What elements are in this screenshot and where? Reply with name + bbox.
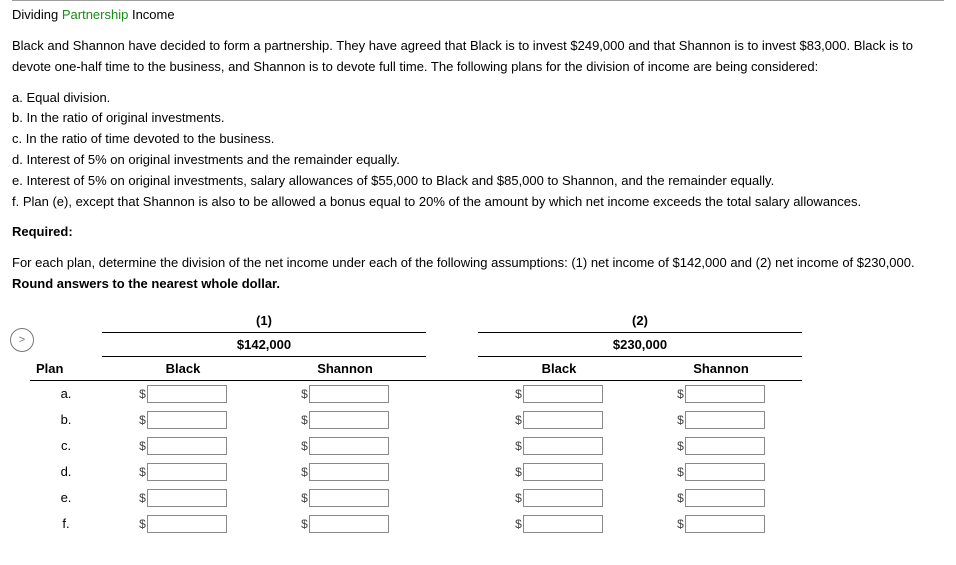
header-col1: (1) <box>102 309 426 333</box>
input-d-black-1[interactable] <box>147 463 227 481</box>
dollar-icon: $ <box>515 491 522 505</box>
input-a-black-1[interactable] <box>147 385 227 403</box>
dollar-icon: $ <box>301 439 308 453</box>
input-f-black-1[interactable] <box>147 515 227 533</box>
dollar-icon: $ <box>139 517 146 531</box>
header-black-1: Black <box>102 356 264 380</box>
answer-table: (1) (2) $142,000 $230,000 Plan Black Sha… <box>30 309 802 537</box>
title-pre: Dividing <box>12 7 62 22</box>
instr-bold: Round answers to the nearest whole dolla… <box>12 276 280 291</box>
header-amt2: $230,000 <box>478 332 802 356</box>
row-label-b: b. <box>30 407 102 433</box>
row-label-c: c. <box>30 433 102 459</box>
input-e-black-1[interactable] <box>147 489 227 507</box>
table-row: a. $ $ $ $ <box>30 380 802 407</box>
input-b-shannon-1[interactable] <box>309 411 389 429</box>
input-f-shannon-1[interactable] <box>309 515 389 533</box>
dollar-icon: $ <box>677 517 684 531</box>
instructions: For each plan, determine the division of… <box>12 253 944 295</box>
title-green: Partnership <box>62 7 128 22</box>
dollar-icon: $ <box>139 439 146 453</box>
item-b: b. In the ratio of original investments. <box>12 108 944 129</box>
dollar-icon: $ <box>139 465 146 479</box>
header-shannon-1: Shannon <box>264 356 426 380</box>
table-row: e. $ $ $ $ <box>30 485 802 511</box>
page-title: Dividing Partnership Income <box>12 7 944 22</box>
row-label-f: f. <box>30 511 102 537</box>
input-f-shannon-2[interactable] <box>685 515 765 533</box>
input-c-shannon-2[interactable] <box>685 437 765 455</box>
input-e-shannon-1[interactable] <box>309 489 389 507</box>
dollar-icon: $ <box>139 413 146 427</box>
input-d-shannon-1[interactable] <box>309 463 389 481</box>
dollar-icon: $ <box>677 439 684 453</box>
header-plan: Plan <box>30 356 102 380</box>
input-f-black-2[interactable] <box>523 515 603 533</box>
item-f: f. Plan (e), except that Shannon is also… <box>12 192 944 213</box>
input-b-black-1[interactable] <box>147 411 227 429</box>
dollar-icon: $ <box>515 517 522 531</box>
dollar-icon: $ <box>515 387 522 401</box>
input-c-black-2[interactable] <box>523 437 603 455</box>
input-b-shannon-2[interactable] <box>685 411 765 429</box>
input-a-shannon-1[interactable] <box>309 385 389 403</box>
required-label: Required: <box>12 222 944 243</box>
dollar-icon: $ <box>515 439 522 453</box>
dollar-icon: $ <box>677 491 684 505</box>
input-d-shannon-2[interactable] <box>685 463 765 481</box>
dollar-icon: $ <box>515 465 522 479</box>
row-label-e: e. <box>30 485 102 511</box>
dollar-icon: $ <box>301 465 308 479</box>
dollar-icon: $ <box>677 387 684 401</box>
dollar-icon: $ <box>301 387 308 401</box>
header-col2: (2) <box>478 309 802 333</box>
dollar-icon: $ <box>677 413 684 427</box>
item-a: a. Equal division. <box>12 88 944 109</box>
item-c: c. In the ratio of time devoted to the b… <box>12 129 944 150</box>
dollar-icon: $ <box>301 517 308 531</box>
dollar-icon: $ <box>677 465 684 479</box>
input-c-black-1[interactable] <box>147 437 227 455</box>
dollar-icon: $ <box>301 413 308 427</box>
dollar-icon: $ <box>515 413 522 427</box>
input-d-black-2[interactable] <box>523 463 603 481</box>
intro-text: Black and Shannon have decided to form a… <box>12 36 944 78</box>
nav-arrow-icon[interactable]: > <box>10 328 34 352</box>
plan-list: a. Equal division. b. In the ratio of or… <box>12 88 944 213</box>
input-a-black-2[interactable] <box>523 385 603 403</box>
dollar-icon: $ <box>301 491 308 505</box>
input-b-black-2[interactable] <box>523 411 603 429</box>
input-a-shannon-2[interactable] <box>685 385 765 403</box>
dollar-icon: $ <box>139 491 146 505</box>
input-e-shannon-2[interactable] <box>685 489 765 507</box>
title-post: Income <box>128 7 174 22</box>
instr-text: For each plan, determine the division of… <box>12 255 915 270</box>
table-row: f. $ $ $ $ <box>30 511 802 537</box>
input-e-black-2[interactable] <box>523 489 603 507</box>
row-label-a: a. <box>30 380 102 407</box>
header-shannon-2: Shannon <box>640 356 802 380</box>
header-amt1: $142,000 <box>102 332 426 356</box>
row-label-d: d. <box>30 459 102 485</box>
header-black-2: Black <box>478 356 640 380</box>
input-c-shannon-1[interactable] <box>309 437 389 455</box>
dollar-icon: $ <box>139 387 146 401</box>
table-row: d. $ $ $ $ <box>30 459 802 485</box>
item-e: e. Interest of 5% on original investment… <box>12 171 944 192</box>
table-row: b. $ $ $ $ <box>30 407 802 433</box>
table-row: c. $ $ $ $ <box>30 433 802 459</box>
item-d: d. Interest of 5% on original investment… <box>12 150 944 171</box>
